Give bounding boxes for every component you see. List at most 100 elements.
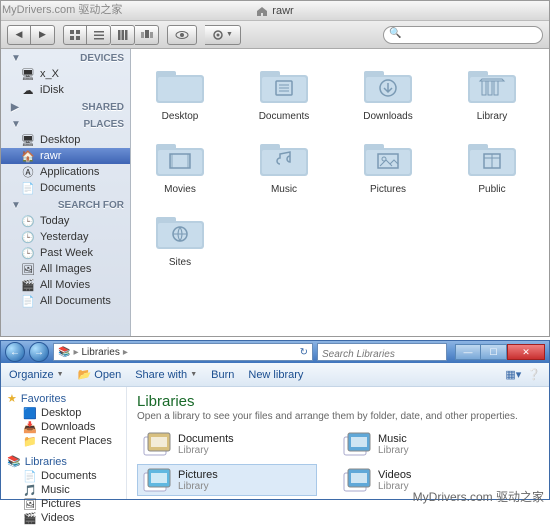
finder-title: rawr [272,5,293,17]
watermark-bottom-right: MyDrivers.com 驱动之家 [413,488,544,505]
folder-label: Library [477,111,508,122]
address-bar[interactable]: 📚 ▸ Libraries ▸ ↻ [53,343,313,361]
list-view-button[interactable] [87,25,111,45]
library-pictures[interactable]: PicturesLibrary [137,464,317,496]
music-lib-icon [342,431,372,457]
sidebar-item-recent[interactable]: 📁Recent Places [1,434,126,448]
library-documents[interactable]: DocumentsLibrary [137,428,317,460]
explorer-search-input[interactable] [318,347,446,363]
eye-icon [175,31,189,39]
folder-label: Music [271,184,297,195]
folder-pictures[interactable]: Pictures [349,136,427,195]
forward-button[interactable]: ▶ [31,25,55,45]
folder-label: Pictures [370,184,406,195]
back-button[interactable]: ← [5,342,25,362]
coverflow-icon [141,30,153,40]
sidebar-item-yesterday[interactable]: 🕒Yesterday [1,229,130,245]
sidebar-shared-header[interactable]: ▶ SHARED [1,98,130,115]
documents-icon: 📄 [21,182,35,194]
sidebar-devices-header[interactable]: ▼ DEVICES [1,49,130,66]
sidebar-item-allimages[interactable]: 🖼All Images [1,261,130,277]
imac-icon: 🖥 [21,68,35,80]
close-button[interactable]: ✕ [507,344,545,360]
refresh-icon[interactable]: ↻ [300,347,308,358]
folder-label: Sites [169,257,191,268]
help-button[interactable]: ❔ [527,368,541,381]
columns-icon [118,30,128,40]
folder-movies[interactable]: Movies [141,136,219,195]
folder-desktop[interactable]: Desktop [141,63,219,122]
music-icon: 🎵 [23,484,37,496]
sidebar-item-music[interactable]: 🎵Music [1,483,126,497]
library-name: Videos [378,469,411,481]
finder-search-input[interactable] [383,26,543,44]
home-icon [256,6,268,16]
sidebar-item-desktop[interactable]: 🖥Desktop [1,132,130,148]
burn-button[interactable]: Burn [211,369,234,381]
minimize-button[interactable]: — [455,344,481,360]
folder-library[interactable]: Library [453,63,531,122]
explorer-toolbar: Organize▼ 📂Open Share with▼ Burn New lib… [1,363,549,387]
maximize-button[interactable]: ☐ [481,344,507,360]
breadcrumb-label: Libraries [81,347,119,358]
open-button[interactable]: 📂Open [78,368,122,381]
folder-downloads[interactable]: Downloads [349,63,427,122]
sidebar-item-downloads[interactable]: 📥Downloads [1,420,126,434]
quicklook-button[interactable] [167,25,197,45]
explorer-titlebar[interactable]: ← → 📚 ▸ Libraries ▸ ↻ — ☐ ✕ [1,341,549,363]
sidebar-favorites-header[interactable]: ★Favorites [1,391,126,406]
organize-button[interactable]: Organize▼ [9,369,64,381]
library-sublabel: Library [178,445,234,456]
gear-icon [212,29,224,41]
finder-content[interactable]: Desktop Documents Downloads Library Movies Mu… [131,49,549,336]
view-buttons [63,25,159,45]
forward-button[interactable]: → [29,342,49,362]
sidebar-item-videos[interactable]: 🎬Videos [1,511,126,525]
library-music[interactable]: MusicLibrary [337,428,517,460]
column-view-button[interactable] [111,25,135,45]
sidebar-places-header[interactable]: ▼ PLACES [1,115,130,132]
image-icon: 🖼 [21,263,35,275]
coverflow-view-button[interactable] [135,25,159,45]
sidebar-item-imac[interactable]: 🖥x_X [1,66,130,82]
recent-icon: 📁 [23,435,37,447]
sidebar-item-home[interactable]: 🏠rawr [1,148,130,164]
watermark-top-left: MyDrivers.com 驱动之家 [2,1,122,17]
library-sublabel: Library [178,481,218,492]
sidebar-item-idisk[interactable]: ☁iDisk [1,82,130,98]
back-button[interactable]: ◀ [7,25,31,45]
sidebar-item-today[interactable]: 🕒Today [1,213,130,229]
sidebar-item-applications[interactable]: ⒶApplications [1,164,130,180]
view-mode-button[interactable]: ▦▾ [505,368,521,381]
sidebar-item-documents[interactable]: 📄Documents [1,180,130,196]
folder-icon [360,136,416,180]
sidebar-libraries-header[interactable]: 📚Libraries [1,454,126,469]
icon-view-button[interactable] [63,25,87,45]
folder-public[interactable]: Public [453,136,531,195]
share-button[interactable]: Share with▼ [135,369,197,381]
movie-icon: 🎬 [21,279,35,291]
sidebar-item-alldocuments[interactable]: 📄All Documents [1,293,130,309]
library-name: Documents [178,433,234,445]
new-library-button[interactable]: New library [248,369,303,381]
star-icon: ★ [7,392,17,405]
library-name: Pictures [178,469,218,481]
folder-music[interactable]: Music [245,136,323,195]
folder-icon [464,63,520,107]
folder-sites[interactable]: Sites [141,209,219,268]
action-button[interactable]: ▼ [205,25,241,45]
desktop-icon: 🖥 [21,134,35,146]
sidebar-searchfor-header[interactable]: ▼ SEARCH FOR [1,196,130,213]
sidebar-item-desktop[interactable]: 🟦Desktop [1,406,126,420]
sidebar-item-documents[interactable]: 📄Documents [1,469,126,483]
sidebar-item-pastweek[interactable]: 🕒Past Week [1,245,130,261]
folder-icon [256,136,312,180]
sidebar-item-pictures[interactable]: 🖼Pictures [1,497,126,511]
folder-icon [464,136,520,180]
folder-documents[interactable]: Documents [245,63,323,122]
document-icon: 📄 [21,295,35,307]
folder-icon [360,63,416,107]
sidebar-item-allmovies[interactable]: 🎬All Movies [1,277,130,293]
nav-buttons: ◀ ▶ [7,25,55,45]
libraries-icon: 📚 [58,347,70,358]
